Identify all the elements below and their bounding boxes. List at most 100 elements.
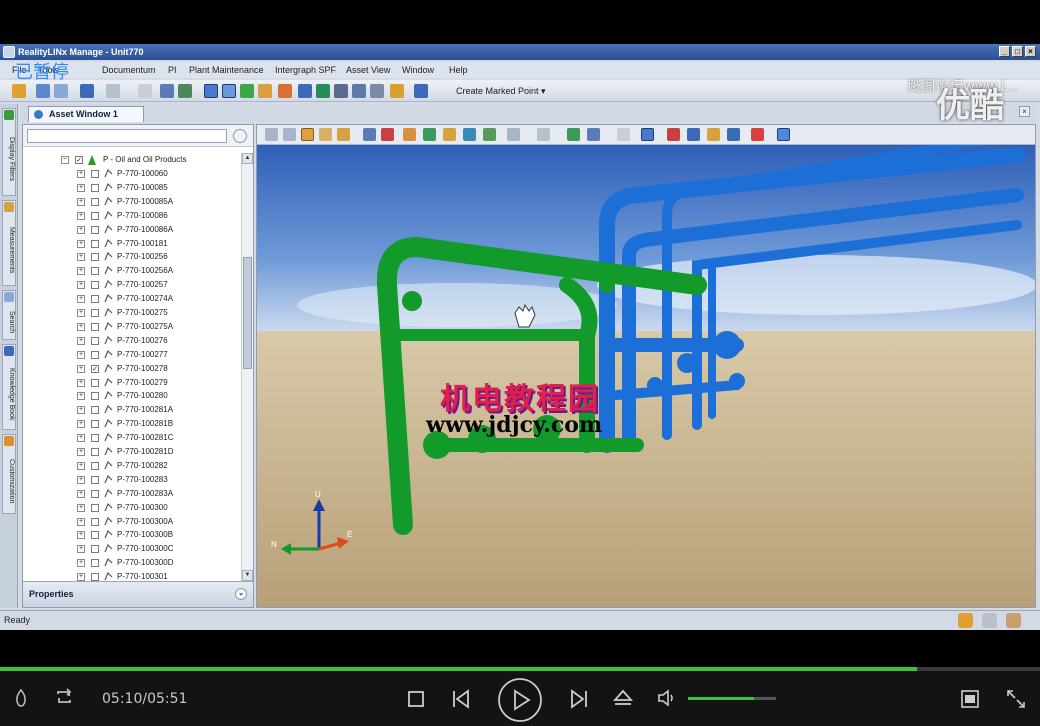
display-icon[interactable]: [727, 128, 740, 141]
minimize-icon[interactable]: _: [999, 46, 1010, 57]
tree-checkbox[interactable]: [91, 183, 99, 192]
tab-search[interactable]: Search: [2, 290, 16, 340]
camera-icon[interactable]: [298, 84, 312, 98]
undo-view-icon[interactable]: [537, 128, 550, 141]
tree-item[interactable]: + P-770-100300C: [23, 542, 239, 556]
tree-item[interactable]: + P-770-100283: [23, 473, 239, 487]
tree-checkbox[interactable]: [91, 489, 99, 498]
layers-icon[interactable]: [641, 128, 654, 141]
expand-icon[interactable]: +: [77, 364, 85, 373]
print-icon[interactable]: [54, 84, 68, 98]
tab-customization[interactable]: Customization: [2, 434, 16, 514]
tree-checkbox[interactable]: [91, 406, 99, 415]
walk-icon[interactable]: [283, 128, 296, 141]
tree-item[interactable]: + P-770-100274A: [23, 292, 239, 306]
link-icon[interactable]: [370, 84, 384, 98]
tree-checkbox[interactable]: [91, 378, 99, 387]
cut-plane-icon[interactable]: [667, 128, 680, 141]
tree-checkbox[interactable]: [91, 225, 99, 234]
expand-icon[interactable]: +: [77, 559, 85, 568]
search-icon[interactable]: [160, 84, 174, 98]
paint-icon[interactable]: [707, 128, 720, 141]
tools-icon[interactable]: [1006, 613, 1021, 628]
pen-icon[interactable]: [687, 128, 700, 141]
plant-3d-scene[interactable]: U E N: [257, 145, 1036, 608]
expand-icon[interactable]: +: [77, 239, 85, 248]
tree-checkbox[interactable]: [91, 434, 99, 443]
open-icon[interactable]: [12, 84, 26, 98]
expand-icon[interactable]: +: [77, 545, 85, 554]
expand-icon[interactable]: +: [77, 336, 85, 345]
volume-slider[interactable]: [688, 697, 776, 700]
filter-icon[interactable]: [240, 84, 254, 98]
cut-icon[interactable]: [138, 84, 152, 98]
tree-item[interactable]: + P-770-100283A: [23, 487, 239, 501]
document-icon[interactable]: [982, 613, 997, 628]
network-icon[interactable]: [352, 84, 366, 98]
volume-icon[interactable]: [656, 688, 678, 708]
tab-measurements[interactable]: Measurements: [2, 200, 16, 286]
expand-icon[interactable]: +: [77, 170, 85, 178]
expand-icon[interactable]: +: [77, 503, 85, 512]
tree-checkbox[interactable]: [91, 267, 99, 276]
menu-pi[interactable]: PI: [168, 65, 177, 75]
menu-help[interactable]: Help: [449, 65, 468, 75]
select-icon[interactable]: [204, 84, 218, 98]
hierarchy-icon[interactable]: [587, 128, 600, 141]
tree-checkbox[interactable]: [91, 503, 99, 512]
menu-intergraph-spf[interactable]: Intergraph SPF: [275, 65, 336, 75]
properties-bar[interactable]: Properties ⌄: [23, 581, 253, 607]
label-icon[interactable]: [443, 128, 456, 141]
expand-icon[interactable]: +: [77, 406, 85, 415]
stop-icon[interactable]: [381, 128, 394, 141]
refresh-icon[interactable]: [178, 84, 192, 98]
orbit-icon[interactable]: [301, 128, 314, 141]
expand-icon[interactable]: +: [77, 573, 85, 581]
tree-checkbox[interactable]: [91, 517, 99, 526]
view-mode-icon[interactable]: [507, 128, 520, 141]
tree-item[interactable]: + P-770-100256: [23, 250, 239, 264]
tree-item[interactable]: + P-770-100086A: [23, 223, 239, 237]
expand-icon[interactable]: +: [77, 183, 85, 192]
light-icon[interactable]: [12, 688, 30, 708]
tree-item[interactable]: + P-770-100060: [23, 167, 239, 181]
tree-checkbox[interactable]: [91, 531, 99, 540]
zoom-icon[interactable]: [337, 128, 350, 141]
expand-icon[interactable]: +: [77, 517, 85, 526]
tree-checkbox[interactable]: ✓: [91, 364, 99, 373]
tree-item[interactable]: + P-770-100276: [23, 334, 239, 348]
markup-icon[interactable]: [423, 128, 436, 141]
close-icon[interactable]: ×: [1025, 46, 1036, 57]
tree-checkbox[interactable]: [91, 170, 99, 178]
scroll-thumb[interactable]: [243, 257, 252, 369]
expand-icon[interactable]: +: [77, 434, 85, 443]
globe-icon[interactable]: [567, 128, 580, 141]
tree-item[interactable]: + P-770-100085: [23, 181, 239, 195]
redo-icon[interactable]: [106, 84, 120, 98]
close-icon[interactable]: ×: [1019, 106, 1030, 117]
tree-item[interactable]: + P-770-100277: [23, 348, 239, 362]
tree-search-input[interactable]: [27, 129, 227, 143]
tree-checkbox[interactable]: [91, 461, 99, 470]
tree-item[interactable]: + P-770-100281B: [23, 417, 239, 431]
scroll-down-icon[interactable]: ▼: [242, 570, 253, 581]
star-icon[interactable]: [390, 84, 404, 98]
previous-icon[interactable]: [450, 688, 472, 710]
expand-icon[interactable]: +: [77, 295, 85, 304]
section-icon[interactable]: [483, 128, 496, 141]
tree-checkbox[interactable]: [91, 336, 99, 345]
tree-item[interactable]: + P-770-100281C: [23, 431, 239, 445]
play-button[interactable]: [496, 676, 544, 724]
expand-icon[interactable]: +: [77, 475, 85, 484]
tag-icon[interactable]: [463, 128, 476, 141]
tree-item[interactable]: + P-770-100301: [23, 570, 239, 581]
settings-icon[interactable]: [334, 84, 348, 98]
create-marked-point-button[interactable]: Create Marked Point ▾: [456, 86, 546, 97]
line-tool-icon[interactable]: [222, 84, 236, 98]
menu-asset-view[interactable]: Asset View: [346, 65, 390, 75]
measure-icon[interactable]: [403, 128, 416, 141]
tree-checkbox[interactable]: [91, 392, 99, 401]
tree-checkbox[interactable]: [91, 295, 99, 304]
zoom-box-icon[interactable]: [363, 128, 376, 141]
expand-icon[interactable]: +: [77, 531, 85, 540]
